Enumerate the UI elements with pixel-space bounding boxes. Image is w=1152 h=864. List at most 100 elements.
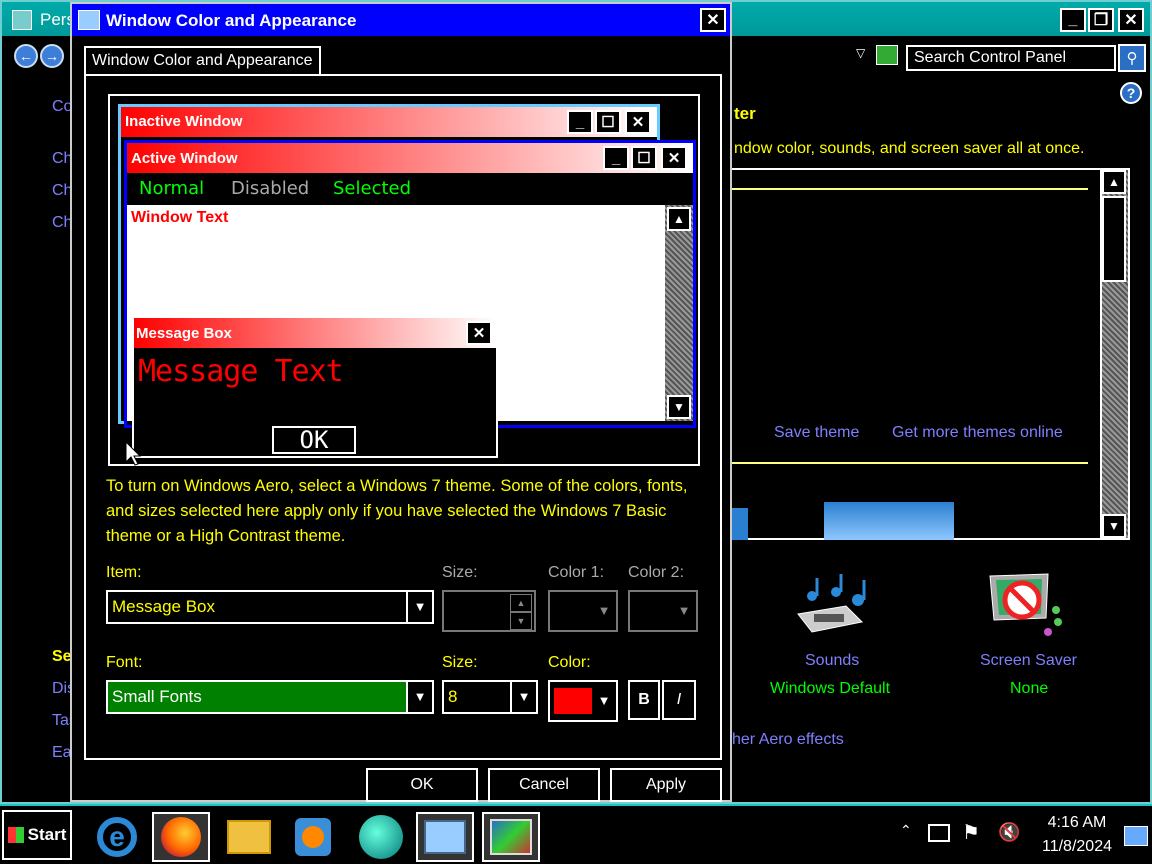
dialog-title: Window Color and Appearance xyxy=(106,11,357,30)
maximize-button[interactable]: ❐ xyxy=(1088,8,1114,32)
close-icon: ✕ xyxy=(466,321,492,345)
scroll-down-icon[interactable]: ▼ xyxy=(667,395,691,419)
show-hidden-icons[interactable]: ⌃ xyxy=(900,822,912,839)
help-icon[interactable]: ? xyxy=(1120,82,1142,104)
forward-icon[interactable]: → xyxy=(40,44,64,68)
active-window-title: Active Window xyxy=(131,150,238,167)
scroll-thumb[interactable] xyxy=(1102,196,1126,282)
minimize-icon: _ xyxy=(603,146,629,170)
color1-select[interactable]: ▼ xyxy=(548,590,618,632)
page-heading: ter xyxy=(734,104,756,123)
start-label: Start xyxy=(27,825,67,844)
menu-normal[interactable]: Normal xyxy=(139,178,204,199)
dropdown-arrow-icon[interactable]: ▼ xyxy=(592,682,616,720)
italic-button[interactable]: I xyxy=(662,680,696,720)
start-button[interactable]: Start xyxy=(2,810,72,860)
action-center-flag-icon[interactable]: ⚑ xyxy=(962,820,980,845)
scroll-down-icon[interactable]: ▼ xyxy=(1102,514,1126,538)
network-icon[interactable] xyxy=(928,824,950,842)
screen-saver-link[interactable]: Screen Saver xyxy=(980,652,1077,670)
stepper-down-icon[interactable]: ▼ xyxy=(510,612,532,630)
refresh-icon[interactable] xyxy=(876,45,898,65)
back-icon[interactable]: ← xyxy=(14,44,38,68)
show-desktop-button[interactable] xyxy=(1124,826,1148,846)
search-input[interactable]: Search Control Panel xyxy=(906,45,1116,71)
sounds-icon[interactable] xyxy=(792,570,876,638)
minimize-button[interactable]: _ xyxy=(1060,8,1086,32)
close-icon: ✕ xyxy=(661,146,687,170)
menu-disabled[interactable]: Disabled xyxy=(231,178,309,199)
item-value: Message Box xyxy=(112,597,215,616)
see-also-heading: Se xyxy=(52,648,72,665)
font-size-label: Size: xyxy=(442,654,478,671)
color1-label: Color 1: xyxy=(548,564,605,581)
dropdown-arrow-icon[interactable]: ▼ xyxy=(406,592,432,622)
bold-button[interactable]: B xyxy=(628,680,660,720)
maximize-icon: ☐ xyxy=(631,146,657,170)
font-label: Font: xyxy=(106,654,143,671)
sounds-link[interactable]: Sounds xyxy=(805,652,859,670)
message-box-title: Message Box xyxy=(136,325,232,342)
minimize-icon: _ xyxy=(567,110,593,134)
chevron-down-icon[interactable]: ▽ xyxy=(856,46,865,60)
font-value: Small Fonts xyxy=(112,687,202,706)
item-size-stepper[interactable]: ▲ ▼ xyxy=(442,590,536,632)
volume-muted-icon[interactable]: 🔇 xyxy=(998,822,1020,843)
theme-thumbnail[interactable] xyxy=(824,502,954,540)
scroll-up-icon[interactable]: ▲ xyxy=(1102,170,1126,194)
page-subheading: ndow color, sounds, and screen saver all… xyxy=(734,140,1085,157)
font-size-value: 8 xyxy=(448,687,458,706)
clock-time[interactable]: 4:16 AM xyxy=(1040,814,1114,832)
font-color-select[interactable]: ▼ xyxy=(548,680,618,722)
color2-select[interactable]: ▼ xyxy=(628,590,698,632)
screen-saver-icon[interactable] xyxy=(986,570,1066,640)
font-select[interactable]: Small Fonts ▼ xyxy=(106,680,434,714)
dropdown-arrow-icon[interactable]: ▼ xyxy=(592,592,616,630)
apply-button[interactable]: Apply xyxy=(610,768,722,802)
item-label: Item: xyxy=(106,564,142,581)
taskbar: Start e ⌃ ⚑ 🔇 4:16 AM 11/8/2024 xyxy=(0,804,1152,864)
dropdown-arrow-icon[interactable]: ▼ xyxy=(510,682,536,712)
item-select[interactable]: Message Box ▼ xyxy=(106,590,434,624)
media-center-icon[interactable] xyxy=(352,812,410,862)
divider xyxy=(732,462,1088,464)
preview-scrollbar[interactable]: ▲ ▼ xyxy=(665,205,693,421)
theme-list[interactable]: Save theme Get more themes online ▲ ▼ xyxy=(730,168,1130,540)
see-also-item[interactable]: Ea xyxy=(52,744,72,762)
clock-date[interactable]: 11/8/2024 xyxy=(1034,838,1120,856)
save-theme-link[interactable]: Save theme xyxy=(774,424,859,442)
scroll-up-icon[interactable]: ▲ xyxy=(667,207,691,231)
divider xyxy=(732,188,1088,190)
menu-bar-preview: Normal Disabled Selected xyxy=(127,173,693,205)
search-icon[interactable]: ⚲ xyxy=(1118,44,1146,72)
message-ok-button[interactable]: OK xyxy=(272,426,356,454)
menu-selected[interactable]: Selected xyxy=(333,178,411,199)
theme-thumbnail[interactable] xyxy=(732,508,748,540)
inactive-window-title: Inactive Window xyxy=(125,113,243,130)
personalization-icon[interactable] xyxy=(482,812,540,862)
internet-explorer-icon[interactable]: e xyxy=(88,812,146,862)
close-button[interactable]: ✕ xyxy=(1118,8,1144,32)
window-text: Window Text xyxy=(131,209,229,226)
firefox-icon[interactable] xyxy=(152,812,210,862)
dialog-title-bar[interactable]: Window Color and Appearance ✕ xyxy=(72,4,730,36)
stepper-up-icon[interactable]: ▲ xyxy=(510,594,532,612)
color-label: Color: xyxy=(548,654,591,671)
media-player-icon[interactable] xyxy=(284,812,342,862)
font-size-select[interactable]: 8 ▼ xyxy=(442,680,538,714)
dialog-close-button[interactable]: ✕ xyxy=(700,8,726,32)
tab-window-color[interactable]: Window Color and Appearance xyxy=(84,46,321,76)
vertical-scrollbar[interactable]: ▲ ▼ xyxy=(1100,170,1128,538)
message-box-preview[interactable]: Message Box ✕ Message Text OK xyxy=(132,316,498,458)
ok-button[interactable]: OK xyxy=(366,768,478,802)
get-more-themes-link[interactable]: Get more themes online xyxy=(892,424,1063,442)
message-text: Message Text xyxy=(138,354,344,389)
cancel-button[interactable]: Cancel xyxy=(488,768,600,802)
dropdown-arrow-icon[interactable]: ▼ xyxy=(406,682,432,712)
windows-logo-icon xyxy=(7,827,24,843)
aero-effects-link[interactable]: her Aero effects xyxy=(732,731,844,749)
dropdown-arrow-icon[interactable]: ▼ xyxy=(672,592,696,630)
close-icon: ✕ xyxy=(625,110,651,134)
control-panel-icon[interactable] xyxy=(416,812,474,862)
file-explorer-icon[interactable] xyxy=(220,812,278,862)
